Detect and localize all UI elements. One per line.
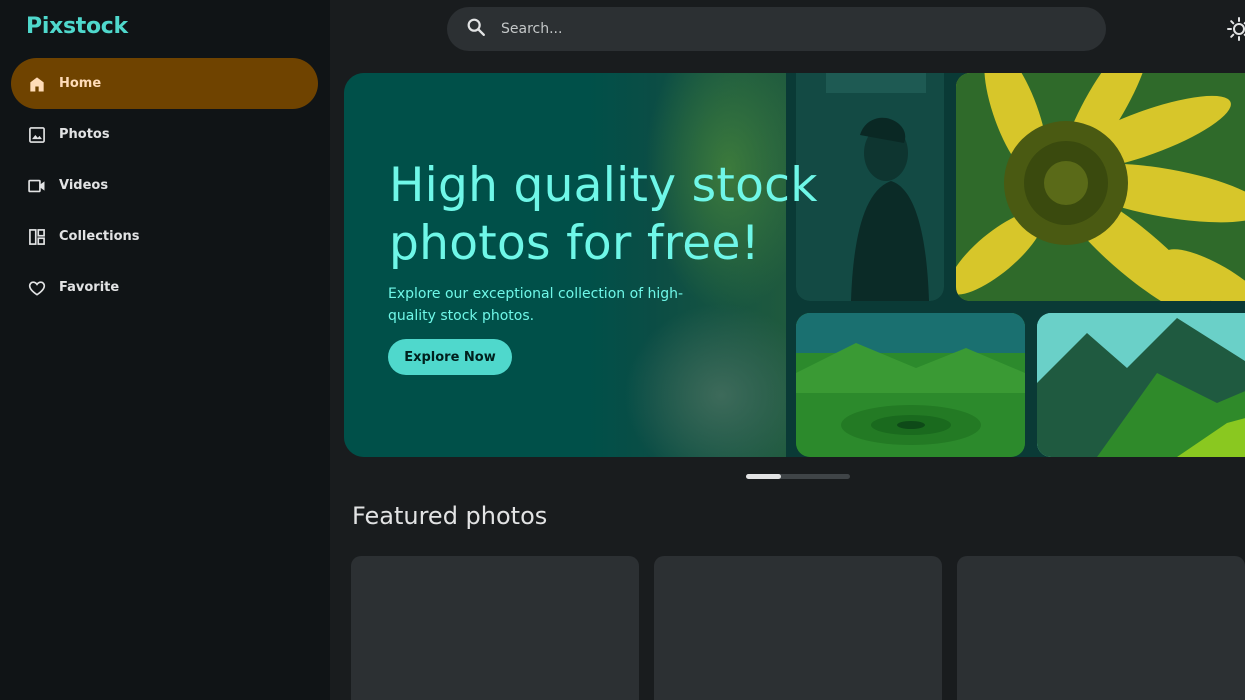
hero-banner: High quality stock photos for free! Expl… [344,73,1245,457]
search-input[interactable] [501,21,1061,37]
sidebar-item-label: Photos [59,127,110,142]
hero-photo-mountains [1037,313,1245,457]
sidebar-nav: Home Photos Videos Collections Favorite [11,58,318,313]
sidebar-item-home[interactable]: Home [11,58,318,109]
hero-subtitle: Explore our exceptional collection of hi… [388,286,684,324]
app-root: Pixstock Home Photos Videos Collections … [0,0,1245,700]
sidebar-item-photos[interactable]: Photos [11,109,318,160]
theme-toggle-button[interactable] [1226,16,1245,42]
photo-card[interactable] [351,556,639,700]
search-icon[interactable] [465,16,487,42]
sidebar-item-collections[interactable]: Collections [11,211,318,262]
heart-icon [27,278,47,298]
sidebar-item-favorite[interactable]: Favorite [11,262,318,313]
app-logo[interactable]: Pixstock [26,14,128,39]
search-bar[interactable] [447,7,1106,51]
sidebar-item-label: Collections [59,229,140,244]
sidebar-item-label: Favorite [59,280,120,295]
explore-now-button[interactable]: Explore Now [388,339,512,375]
sidebar-item-label: Home [59,76,102,91]
carousel-indicator-progress [746,474,782,479]
video-icon [27,176,47,196]
image-icon [27,125,47,145]
home-icon [27,74,47,94]
carousel-indicator[interactable] [746,474,850,479]
photo-card[interactable] [957,556,1245,700]
sun-icon [1226,17,1245,46]
hero-photo-sunflower [956,73,1245,301]
sidebar-item-label: Videos [59,178,109,193]
sidebar-item-videos[interactable]: Videos [11,160,318,211]
hero-photo-valley [796,313,1025,457]
collections-icon [27,227,47,247]
sidebar: Pixstock Home Photos Videos Collections … [0,0,330,700]
hero-title: High quality stock photos for free! [389,158,818,271]
photo-card[interactable] [654,556,942,700]
featured-photos-title: Featured photos [352,502,548,530]
